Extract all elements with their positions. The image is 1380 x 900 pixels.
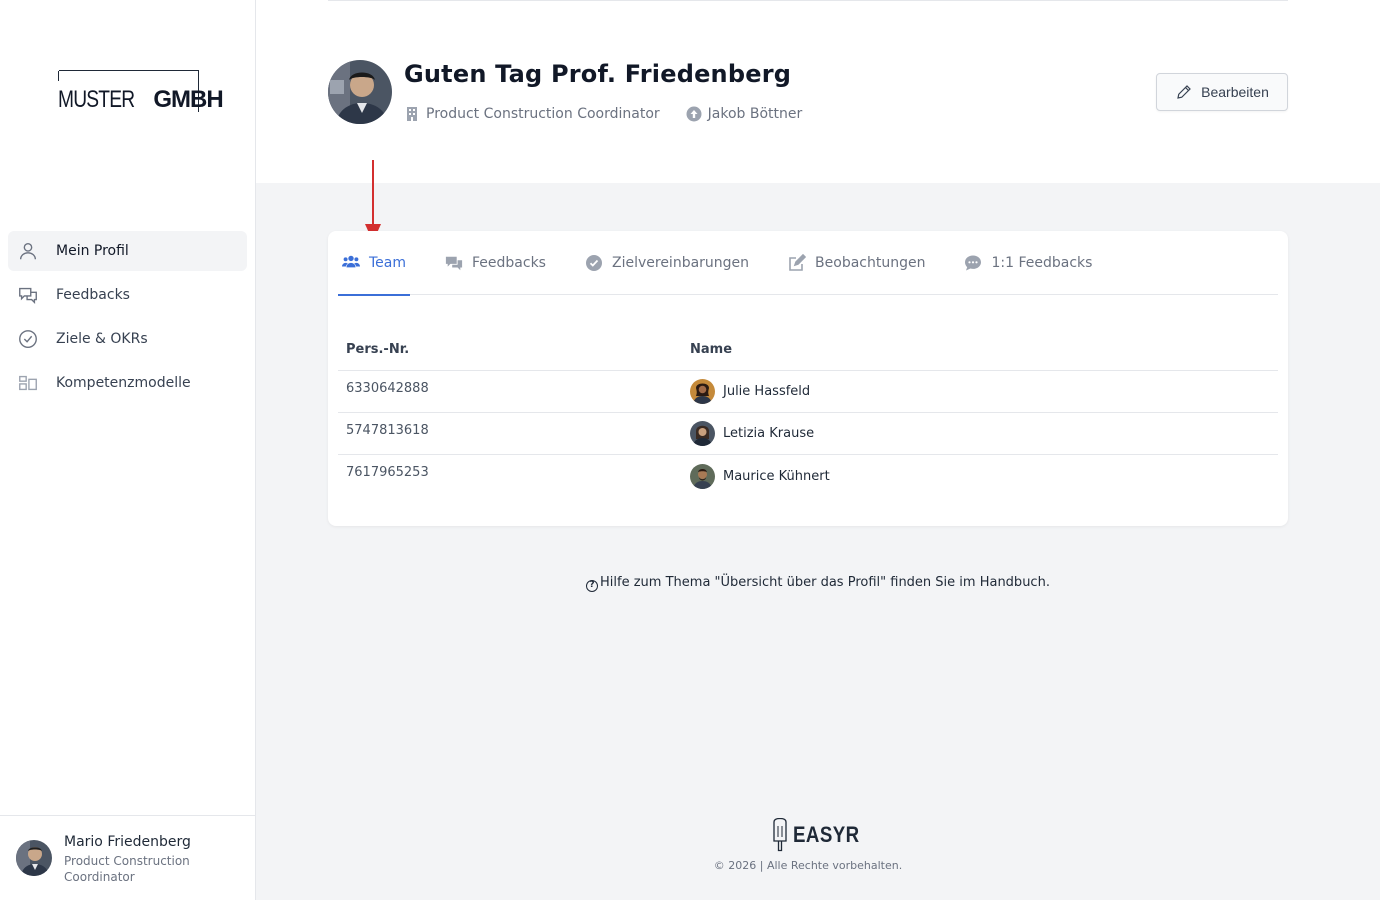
tab-label: Team bbox=[369, 255, 407, 271]
sidebar-item-kompetenzmodelle[interactable]: Kompetenzmodelle bbox=[8, 363, 247, 403]
sidebar-item-label: Kompetenzmodelle bbox=[56, 375, 191, 391]
divider bbox=[328, 0, 1288, 1]
avatar bbox=[690, 379, 715, 404]
question-circle-icon: ? bbox=[586, 580, 599, 592]
pers-nr-cell: 7617965253 bbox=[346, 465, 429, 480]
popsicle-icon bbox=[773, 818, 787, 852]
tab-zielvereinbarungen[interactable]: Zielvereinbarungen bbox=[581, 231, 753, 295]
edit-button[interactable]: Bearbeiten bbox=[1156, 73, 1288, 111]
help-text-label: Hilfe zum Thema "Übersicht über das Prof… bbox=[600, 575, 1050, 590]
employee-name[interactable]: Maurice Kühnert bbox=[723, 469, 830, 484]
tab-label: Beobachtungen bbox=[815, 255, 926, 271]
tab-team[interactable]: Team bbox=[338, 231, 411, 296]
sidebar-item-label: Mein Profil bbox=[56, 243, 129, 259]
edit-button-label: Bearbeiten bbox=[1201, 84, 1269, 100]
copyright: © 2026 | Alle Rechte vorbehalten. bbox=[713, 859, 903, 872]
employee-name[interactable]: Letizia Krause bbox=[723, 426, 814, 441]
tab-label: Feedbacks bbox=[472, 255, 546, 271]
grid-icon bbox=[17, 372, 39, 394]
table-row[interactable]: 5747813618 Letizia Krause bbox=[338, 413, 1278, 455]
table-header: Pers.-Nr. Name bbox=[338, 329, 1278, 371]
check-circle-icon bbox=[585, 254, 603, 272]
profile-meta: Product Construction Coordinator Jakob B… bbox=[404, 106, 802, 122]
table-row[interactable]: 6330642888 Julie Hassfeld bbox=[338, 371, 1278, 413]
pers-nr-cell: 6330642888 bbox=[346, 381, 429, 396]
employee-name[interactable]: Julie Hassfeld bbox=[723, 384, 810, 399]
table-row[interactable]: 7617965253 Maurice Kühnert bbox=[338, 455, 1278, 497]
tab-label: 1:1 Feedbacks bbox=[991, 255, 1093, 271]
tab-1-1-feedbacks[interactable]: 1:1 Feedbacks bbox=[960, 231, 1096, 295]
profile-header: Guten Tag Prof. Friedenberg Product Cons… bbox=[256, 0, 1380, 183]
sidebar: MUSTER GMBH Mein Profil Feedbacks Ziele &… bbox=[0, 0, 256, 900]
users-icon bbox=[342, 254, 360, 272]
comment-dots-icon bbox=[964, 254, 982, 272]
user-icon bbox=[17, 240, 39, 262]
manager-up-icon bbox=[686, 106, 702, 122]
logo-text: MUSTER GMBH bbox=[58, 86, 224, 113]
sidebar-item-ziele-okrs[interactable]: Ziele & OKRs bbox=[8, 319, 247, 359]
sidebar-nav: Mein Profil Feedbacks Ziele & OKRs Kompe… bbox=[8, 231, 247, 407]
brand-name: EASYR bbox=[793, 822, 860, 847]
profile-card: Team Feedbacks Zielvereinbarungen Beobac… bbox=[328, 231, 1288, 526]
user-role: Product Construction Coordinator bbox=[64, 854, 190, 884]
sidebar-item-feedbacks[interactable]: Feedbacks bbox=[8, 275, 247, 315]
avatar bbox=[690, 421, 715, 446]
position-text: Product Construction Coordinator bbox=[426, 106, 660, 122]
footer-logo: EASYR bbox=[770, 818, 871, 852]
chat-bubbles-icon bbox=[17, 284, 39, 306]
tab-bar: Team Feedbacks Zielvereinbarungen Beobac… bbox=[338, 231, 1278, 296]
building-icon bbox=[404, 106, 420, 122]
page-title: Guten Tag Prof. Friedenberg bbox=[404, 60, 792, 88]
sidebar-item-label: Ziele & OKRs bbox=[56, 331, 148, 347]
company-logo[interactable]: MUSTER GMBH bbox=[58, 70, 224, 113]
comments-icon bbox=[445, 254, 463, 272]
sidebar-item-label: Feedbacks bbox=[56, 287, 130, 303]
column-header-pers-nr[interactable]: Pers.-Nr. bbox=[338, 342, 682, 357]
avatar bbox=[16, 840, 52, 876]
team-table: Pers.-Nr. Name 6330642888 Julie Hassfeld… bbox=[338, 329, 1278, 497]
help-text[interactable]: ? Hilfe zum Thema "Übersicht über das Pro… bbox=[256, 575, 1380, 592]
edit-icon bbox=[788, 254, 807, 272]
name-cell: Maurice Kühnert bbox=[682, 463, 830, 489]
check-circle-icon bbox=[17, 328, 39, 350]
name-cell: Julie Hassfeld bbox=[682, 379, 810, 404]
pers-nr-cell: 5747813618 bbox=[346, 423, 429, 438]
column-header-name[interactable]: Name bbox=[682, 342, 732, 357]
sidebar-item-mein-profil[interactable]: Mein Profil bbox=[8, 231, 247, 271]
current-user[interactable]: Mario Friedenberg Product Construction C… bbox=[0, 815, 255, 900]
tab-beobachtungen[interactable]: Beobachtungen bbox=[784, 231, 929, 295]
name-cell: Letizia Krause bbox=[682, 421, 814, 446]
manager-name[interactable]: Jakob Böttner bbox=[708, 106, 803, 122]
profile-avatar bbox=[328, 60, 392, 124]
tab-feedbacks[interactable]: Feedbacks bbox=[441, 231, 550, 295]
pencil-icon bbox=[1177, 85, 1191, 99]
user-name: Mario Friedenberg bbox=[64, 834, 191, 850]
tab-label: Zielvereinbarungen bbox=[611, 255, 750, 271]
avatar bbox=[690, 463, 715, 489]
